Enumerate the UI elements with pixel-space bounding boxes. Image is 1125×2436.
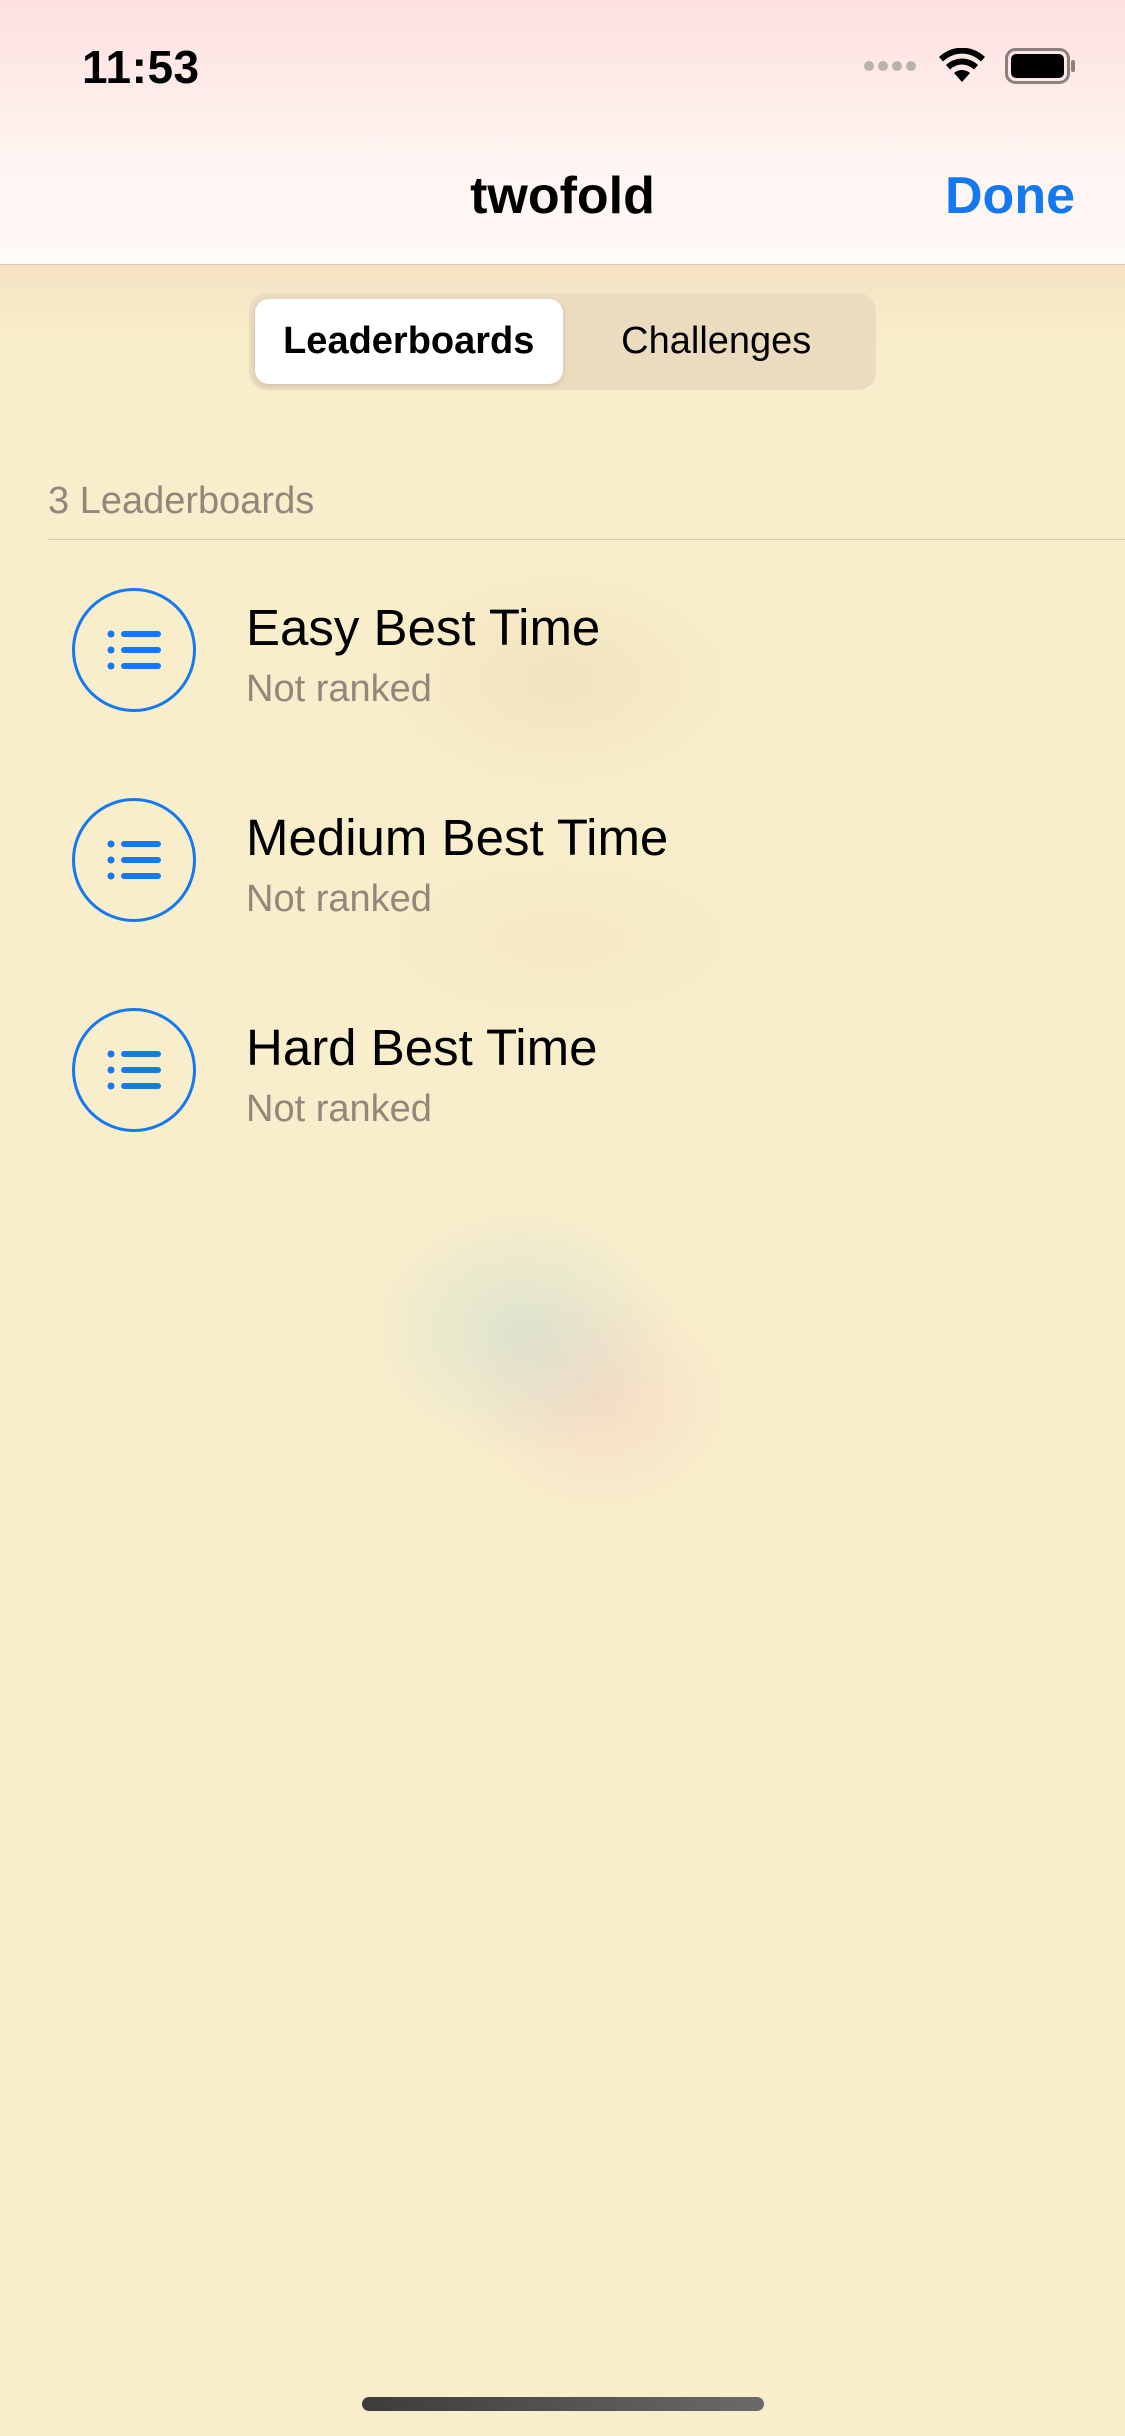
section-header: 3 Leaderboards — [48, 480, 315, 522]
leaderboard-item-medium[interactable]: Medium Best Time Not ranked — [0, 768, 1125, 968]
battery-icon — [1005, 47, 1077, 89]
leaderboard-rank: Not ranked — [246, 878, 432, 920]
list-icon — [72, 588, 196, 712]
segmented-control: Leaderboards Challenges — [249, 293, 876, 390]
leaderboard-rank: Not ranked — [246, 1088, 432, 1130]
list-icon — [72, 798, 196, 922]
wifi-icon — [939, 47, 985, 89]
done-button[interactable]: Done — [945, 166, 1075, 226]
list-icon — [72, 1008, 196, 1132]
cellular-dots-icon — [863, 59, 919, 77]
leaderboard-item-hard[interactable]: Hard Best Time Not ranked — [0, 978, 1125, 1178]
tab-leaderboards[interactable]: Leaderboards — [255, 299, 563, 384]
navigation-bar: 11:53 twofold Done — [0, 0, 1125, 265]
leaderboard-title: Easy Best Time — [246, 599, 601, 656]
section-divider — [48, 539, 1125, 540]
leaderboard-rank: Not ranked — [246, 668, 432, 710]
tab-challenges[interactable]: Challenges — [563, 299, 871, 384]
status-icons — [863, 47, 1077, 89]
home-indicator[interactable] — [362, 2397, 764, 2411]
leaderboard-item-easy[interactable]: Easy Best Time Not ranked — [0, 558, 1125, 758]
leaderboard-title: Hard Best Time — [246, 1019, 598, 1076]
status-time: 11:53 — [82, 41, 200, 93]
leaderboard-title: Medium Best Time — [246, 809, 669, 866]
